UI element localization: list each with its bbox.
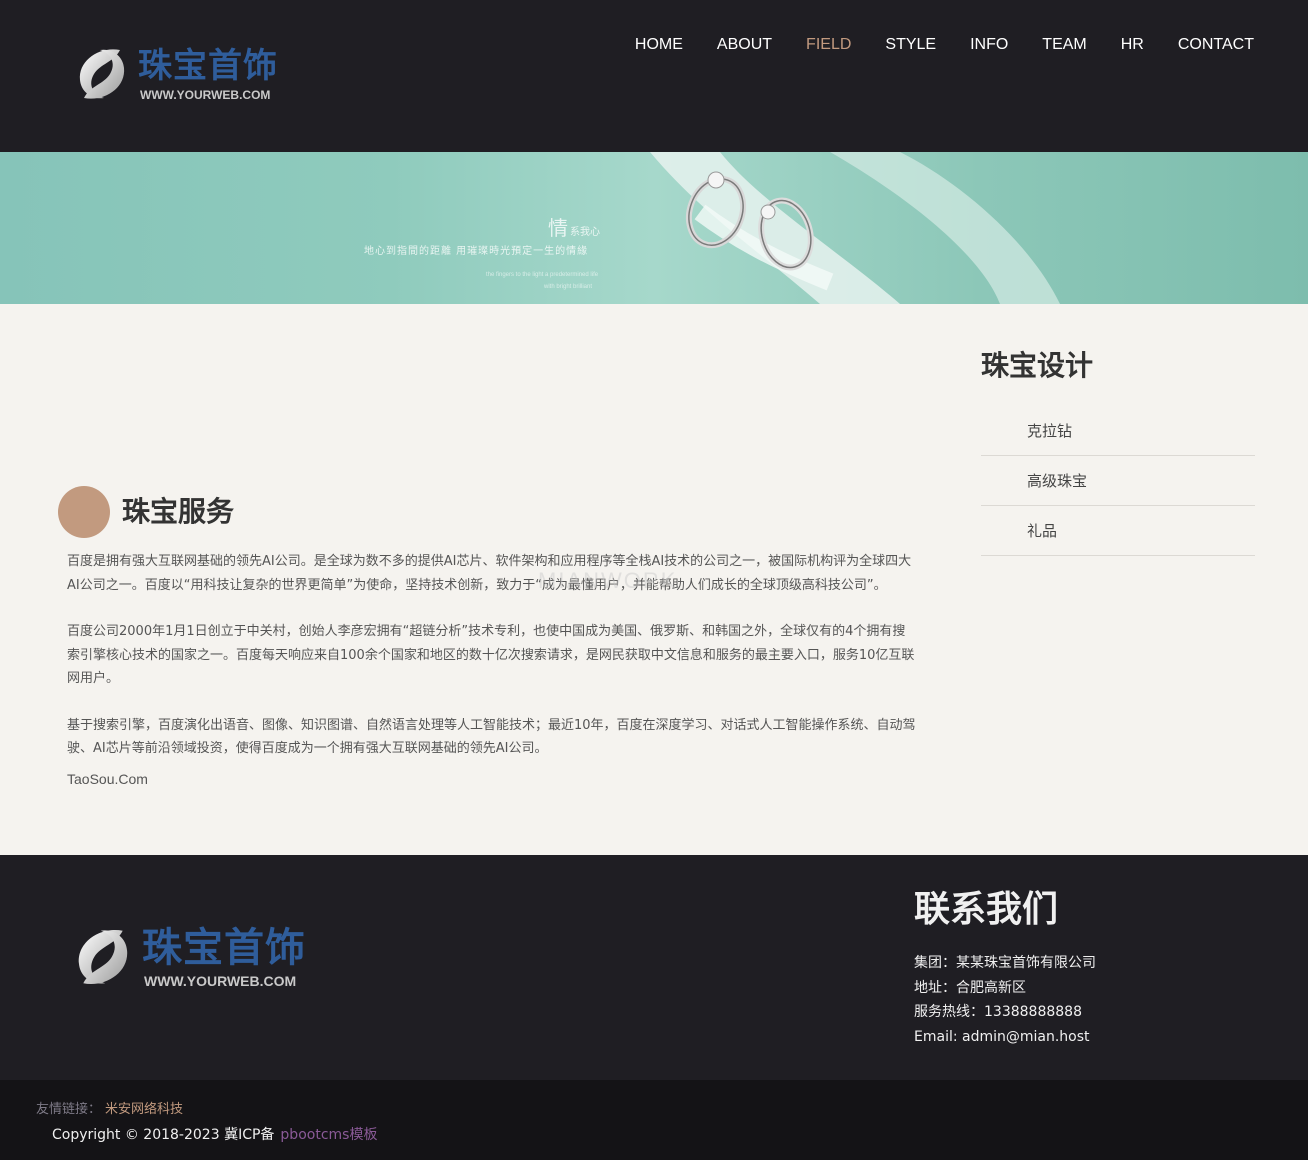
friend-links-label: 友情链接：	[36, 1102, 102, 1117]
logo-subtitle: WWW.YOURWEB.COM	[140, 88, 271, 102]
sidebar-item-fine-jewelry[interactable]: 高级珠宝	[981, 456, 1255, 506]
article-paragraph-3: 基于搜索引擎，百度演化出语音、图像、知识图谱、自然语言处理等人工智能技术；最近1…	[67, 717, 916, 757]
article-paragraph-2: 百度公司2000年1月1日创立于中关村，创始人李彦宏拥有“超链分析”技术专利，也…	[67, 624, 915, 686]
hero-banner: 情系我心 地心到指間的距離 用璀璨時光預定一生的情緣 the fingers t…	[0, 152, 1308, 304]
contact-company: 集团：某某珠宝首饰有限公司	[914, 955, 1096, 971]
sidebar-item-gifts[interactable]: 礼品	[981, 506, 1255, 556]
nav-field[interactable]: FIELD	[806, 34, 851, 56]
sidebar: 珠宝设计 克拉钻 高级珠宝 礼品	[981, 344, 1255, 556]
nav-contact[interactable]: CONTACT	[1178, 34, 1254, 56]
main-nav: HOME ABOUT FIELD STYLE INFO TEAM HR CONT…	[601, 34, 1254, 56]
contact-phone: 服务热线：13388888888	[914, 1004, 1082, 1020]
friend-link-1[interactable]: 米安网络科技	[105, 1102, 183, 1117]
swirl-logo-icon	[78, 930, 128, 984]
contact-block: 联系我们 集团：某某珠宝首饰有限公司 地址：合肥高新区 服务热线：1338888…	[914, 887, 1096, 1049]
banner-english-2: with bright brilliant	[544, 284, 593, 290]
nav-info[interactable]: INFO	[970, 34, 1008, 56]
nav-about[interactable]: ABOUT	[717, 34, 772, 56]
nav-team[interactable]: TEAM	[1042, 34, 1086, 56]
banner-english-1: the fingers to the light a predetermined…	[486, 272, 599, 278]
swirl-logo-icon	[79, 49, 125, 99]
friend-links: 友情链接： 米安网络科技	[36, 1098, 183, 1117]
banner-slogan: 地心到指間的距離 用璀璨時光預定一生的情緣	[364, 246, 589, 257]
site-logo[interactable]: 珠宝首饰 WWW.YOURWEB.COM	[70, 42, 278, 106]
contact-address: 地址：合肥高新区	[914, 979, 1026, 996]
bottom-bar: 友情链接： 米安网络科技 Copyright © 2018-2023 冀ICP备 p…	[0, 1080, 1308, 1160]
circle-accent-icon	[58, 486, 110, 538]
logo-title: 珠宝首饰	[138, 46, 278, 86]
template-link[interactable]: pbootcms模板	[280, 1127, 377, 1143]
footer-logo[interactable]: 珠宝首饰 WWW.YOURWEB.COM	[68, 922, 306, 992]
site-header: 珠宝首饰 WWW.YOURWEB.COM HOME ABOUT FIELD ST…	[0, 0, 1308, 152]
article-paragraph-1: 百度是拥有强大互联网基础的领先AI公司。是全球为数不多的提供AI芯片、软件架构和…	[67, 554, 912, 593]
contact-email: Email: admin@mian.host	[914, 1028, 1090, 1045]
rings-banner-image	[650, 152, 1060, 304]
sidebar-title: 珠宝设计	[981, 349, 1094, 382]
article-source: TaoSou.Com	[67, 770, 148, 787]
footer-logo-title: 珠宝首饰	[142, 925, 306, 971]
nav-hr[interactable]: HR	[1121, 34, 1144, 56]
section-title: 珠宝服务	[122, 495, 235, 528]
sidebar-item-carat-diamond[interactable]: 克拉钻	[981, 406, 1255, 456]
copyright-text: Copyright © 2018-2023 冀ICP备	[52, 1127, 275, 1143]
banner-headline: 情系我心	[548, 216, 600, 240]
copyright: Copyright © 2018-2023 冀ICP备 pbootcms模板	[52, 1124, 377, 1144]
footer-logo-subtitle: WWW.YOURWEB.COM	[144, 973, 297, 989]
main-content: 珠宝服务 百度是拥有强大互联网基础的领先AI公司。是全球为数不多的提供AI芯片、…	[0, 304, 1308, 855]
nav-style[interactable]: STYLE	[885, 34, 936, 56]
article-body: 百度是拥有强大互联网基础的领先AI公司。是全球为数不多的提供AI芯片、软件架构和…	[67, 550, 917, 791]
nav-home[interactable]: HOME	[635, 34, 683, 56]
section-heading: 珠宝服务	[58, 486, 234, 538]
contact-title: 联系我们	[914, 889, 1059, 930]
